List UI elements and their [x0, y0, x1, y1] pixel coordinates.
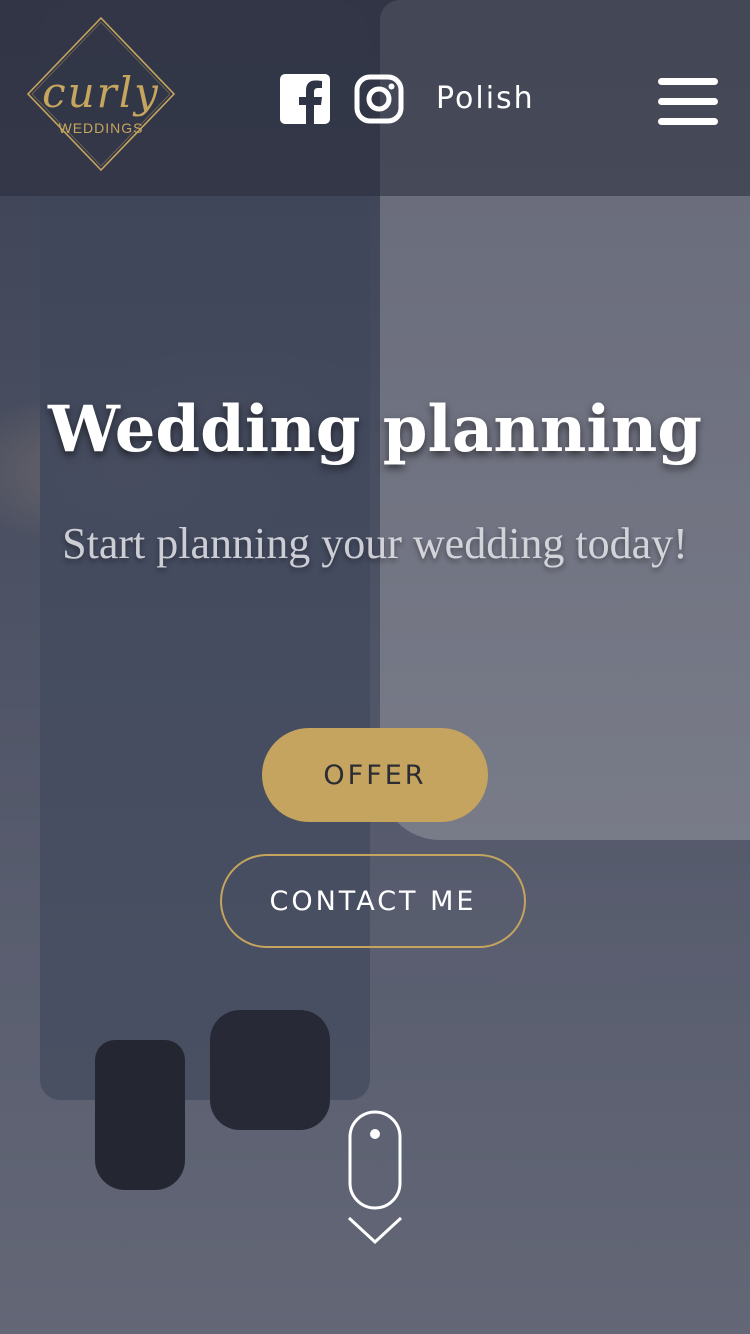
menu-bar [658, 118, 718, 125]
contact-me-button[interactable]: CONTACT ME [220, 854, 526, 948]
logo-script-text: curly [42, 68, 160, 117]
facebook-icon[interactable] [280, 74, 330, 124]
offer-button[interactable]: OFFER [262, 728, 488, 822]
menu-bar [658, 78, 718, 85]
hero-title: Wedding planning [48, 392, 702, 467]
menu-bar [658, 98, 718, 105]
hamburger-menu-icon[interactable] [658, 78, 718, 126]
language-switch-link[interactable]: Polish [436, 78, 535, 120]
site-header: curly WEDDINGS Polish [0, 0, 750, 196]
page: curly WEDDINGS Polish Wedding planning S… [0, 0, 750, 1334]
site-logo[interactable]: curly WEDDINGS [16, 16, 186, 176]
scroll-down-icon[interactable] [340, 1108, 410, 1248]
logo-sub-text: WEDDINGS [58, 120, 144, 136]
hero-subtitle: Start planning your wedding today! [62, 519, 688, 568]
instagram-icon[interactable] [354, 74, 404, 124]
